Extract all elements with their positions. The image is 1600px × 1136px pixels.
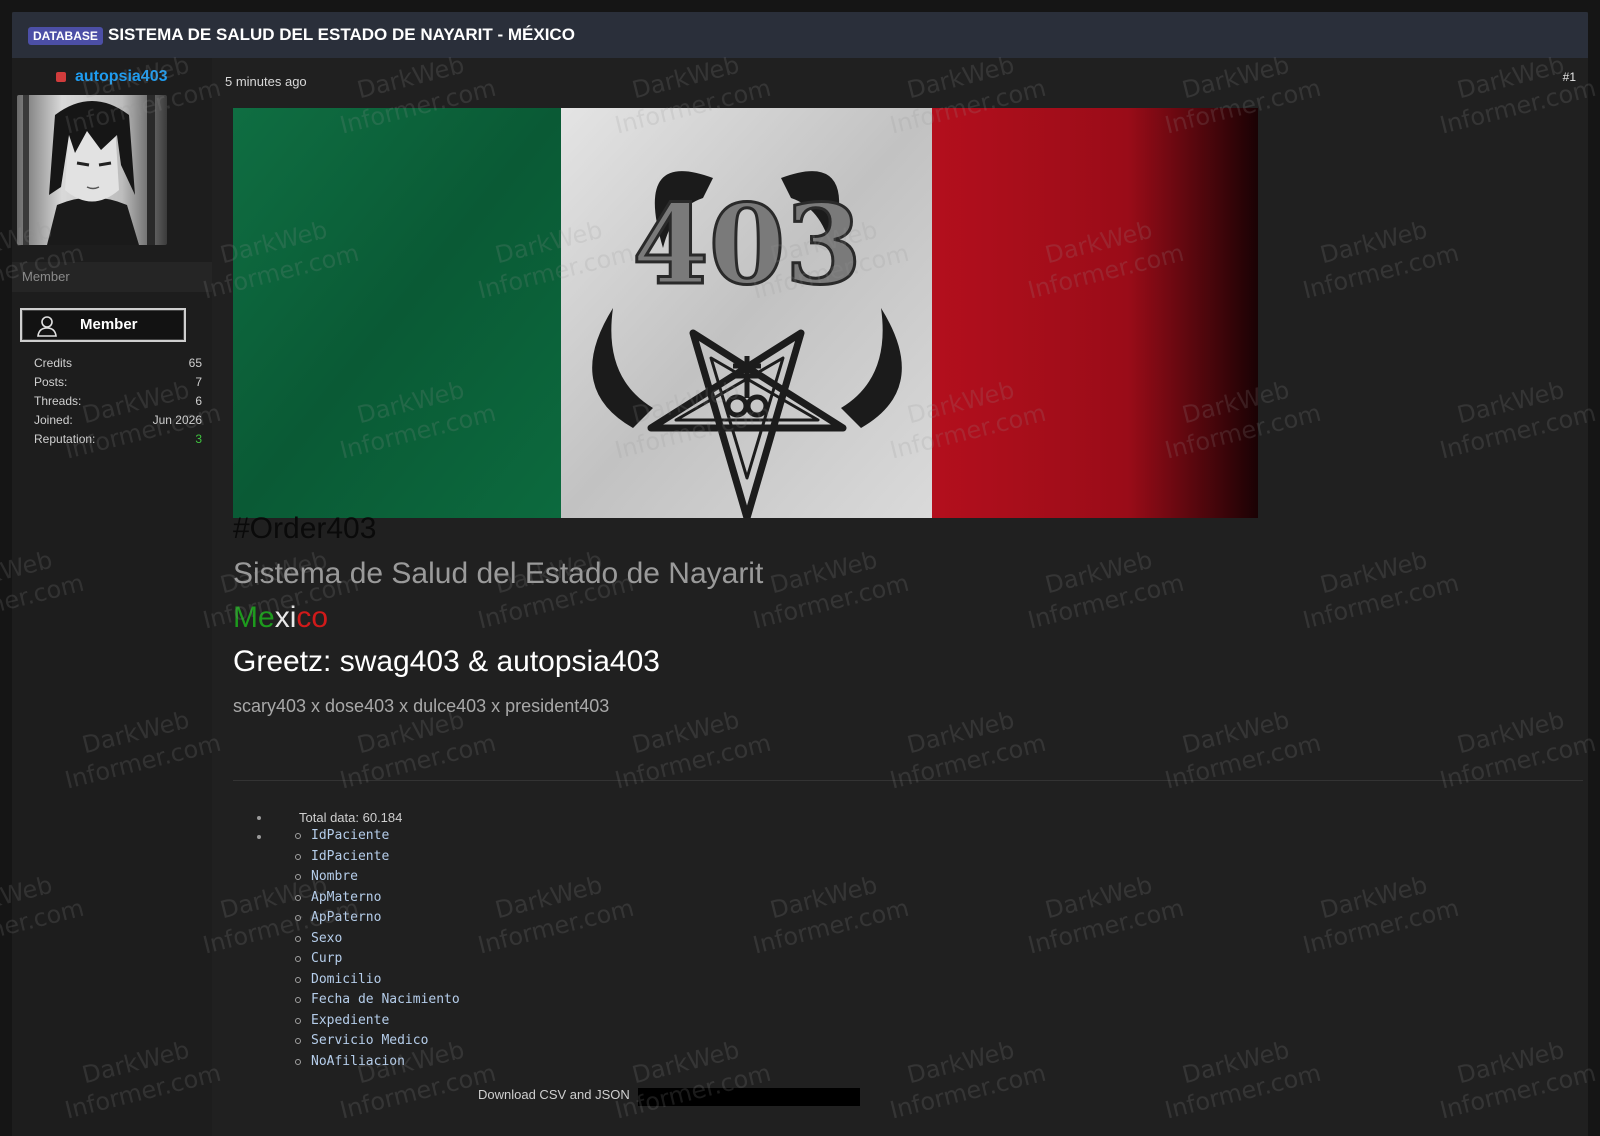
circle-bullet-icon bbox=[295, 915, 301, 921]
stat-value: 65 bbox=[188, 356, 202, 370]
field-name: ApMaterno bbox=[311, 889, 382, 905]
author-username-link[interactable]: autopsia403 bbox=[75, 68, 167, 86]
heading-greetz: Greetz: swag403 & autopsia403 bbox=[233, 645, 660, 678]
download-label: Download CSV and JSON bbox=[478, 1087, 630, 1102]
crew-text: scary403 x dose403 x dulce403 x presiden… bbox=[233, 696, 610, 716]
field-name: IdPaciente bbox=[311, 848, 390, 864]
circle-bullet-icon bbox=[295, 1058, 301, 1065]
field-name: Servicio Medico bbox=[311, 1033, 429, 1048]
usertitle-bar: Member bbox=[12, 262, 212, 292]
circle-bullet-icon bbox=[295, 1017, 301, 1024]
circle-bullet-icon bbox=[295, 874, 301, 880]
avatar[interactable] bbox=[17, 95, 167, 245]
stat-reputation: Reputation: 3 bbox=[34, 432, 202, 451]
stat-label: Joined: bbox=[34, 413, 73, 427]
circle-bullet-icon bbox=[295, 1038, 301, 1044]
circle-bullet-icon bbox=[295, 853, 301, 860]
reputation-value[interactable]: 3 bbox=[195, 432, 202, 446]
stat-posts: Posts: 7 bbox=[34, 375, 202, 394]
circle-bullet-icon bbox=[295, 997, 301, 1003]
rank-label: Member bbox=[80, 316, 138, 333]
redacted-link bbox=[638, 1088, 860, 1106]
field-name: Curp bbox=[311, 951, 343, 966]
stat-value: 7 bbox=[195, 375, 202, 389]
thread-header: DATABASE SISTEMA DE SALUD DEL ESTADO DE … bbox=[12, 12, 1588, 58]
stat-value: Jun 2026 bbox=[152, 413, 202, 427]
thread-container: DATABASE SISTEMA DE SALUD DEL ESTADO DE … bbox=[12, 12, 1588, 1136]
field-name: Sexo bbox=[311, 930, 343, 946]
author-sidebar: autopsia403 Member Member Credits 65 Pos… bbox=[12, 58, 212, 1136]
stat-label: Posts: bbox=[34, 375, 68, 389]
heading-order: #Order403 bbox=[233, 512, 377, 545]
post-number-link[interactable]: #1 bbox=[1563, 70, 1576, 84]
user-icon bbox=[36, 315, 58, 342]
bullet-icon bbox=[257, 816, 261, 820]
thread-prefix-badge[interactable]: DATABASE bbox=[28, 27, 103, 45]
field-name: ApPaterno bbox=[311, 910, 382, 925]
country-part-green: Me bbox=[233, 601, 275, 634]
field-name: Nombre bbox=[311, 869, 358, 884]
circle-bullet-icon bbox=[295, 894, 301, 901]
country-part-white: xi bbox=[274, 601, 297, 634]
stat-label: Threads: bbox=[34, 394, 82, 408]
author-stats: Credits 65 Posts: 7 Threads: 6 Joined: J… bbox=[34, 356, 202, 451]
total-data: Total data: 60.184 bbox=[299, 810, 403, 825]
stat-threads: Threads: 6 bbox=[34, 394, 202, 413]
banner-image: 403 bbox=[233, 108, 1258, 518]
field-name: Fecha de Nacimiento bbox=[311, 992, 460, 1007]
divider bbox=[233, 780, 1583, 781]
thread-title: SISTEMA DE SALUD DEL ESTADO DE NAYARIT -… bbox=[108, 25, 575, 44]
banner-logo-text: 403 bbox=[632, 180, 862, 309]
circle-bullet-icon bbox=[295, 833, 301, 839]
circle-bullet-icon bbox=[295, 976, 301, 983]
usertitle: Member bbox=[22, 269, 70, 284]
stat-credits: Credits 65 bbox=[34, 356, 202, 375]
post-body: 5 minutes ago #1 403 #Order403 Sistema d… bbox=[220, 58, 1588, 1136]
offline-status-icon bbox=[56, 72, 66, 82]
flag-white-stripe bbox=[561, 108, 932, 518]
stat-label: Credits bbox=[34, 356, 73, 370]
circle-bullet-icon bbox=[295, 956, 301, 962]
field-name: Domicilio bbox=[311, 971, 382, 987]
heading-country: Mexico bbox=[233, 601, 328, 635]
flag-green-stripe bbox=[233, 108, 561, 518]
rank-badge: Member bbox=[20, 308, 186, 342]
stat-joined: Joined: Jun 2026 bbox=[34, 413, 202, 432]
field-name: NoAfiliacion bbox=[311, 1053, 405, 1069]
bullet-icon bbox=[257, 835, 261, 839]
heading-subtitle: Sistema de Salud del Estado de Nayarit bbox=[233, 557, 764, 590]
post-timestamp: 5 minutes ago bbox=[225, 74, 307, 89]
flag-red-stripe bbox=[932, 108, 1258, 518]
country-part-red: co bbox=[296, 601, 329, 634]
stat-label: Reputation: bbox=[34, 432, 96, 446]
stat-value: 6 bbox=[195, 394, 202, 408]
field-name: IdPaciente bbox=[311, 828, 390, 843]
field-name: Expediente bbox=[311, 1012, 390, 1028]
circle-bullet-icon bbox=[295, 935, 301, 942]
